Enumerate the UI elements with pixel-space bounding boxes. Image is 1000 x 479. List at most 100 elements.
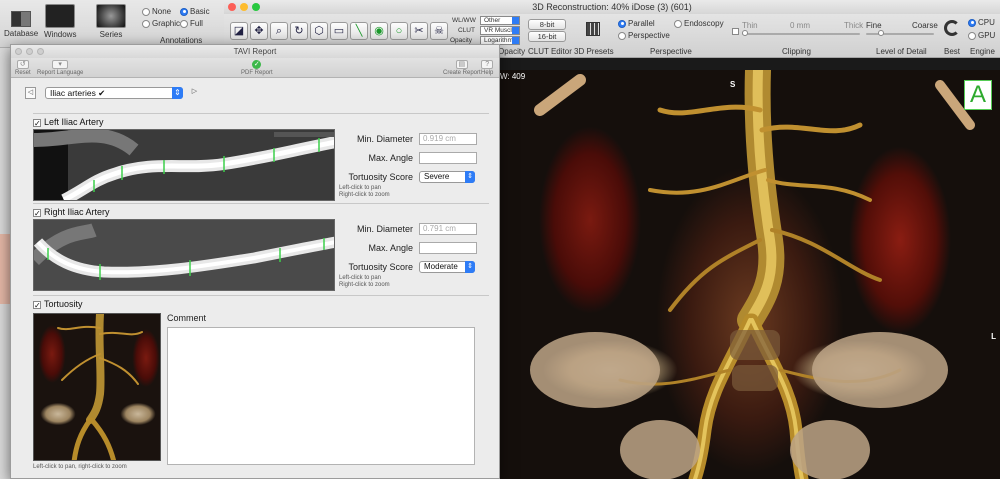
- sculpt-tool-button[interactable]: ○: [390, 22, 408, 40]
- pdf-report-button[interactable]: ✓ PDF Report: [241, 60, 273, 76]
- scissors-tool-button[interactable]: ✂: [410, 22, 428, 40]
- windows-button[interactable]: Windows: [44, 4, 76, 39]
- left-max-angle-field[interactable]: [419, 152, 477, 164]
- tortuosity-checkbox[interactable]: ✓: [33, 301, 41, 310]
- opacity-toolbar-label: Opacity: [498, 47, 526, 56]
- lod-slider-knob[interactable]: [878, 30, 884, 36]
- series-button[interactable]: Series: [96, 4, 126, 39]
- cube-tool-button[interactable]: ⬡: [310, 22, 328, 40]
- left-tortuosity-select[interactable]: Severe: [419, 171, 475, 183]
- right-min-diameter-field[interactable]: 0.791 cm: [419, 223, 477, 235]
- lod-label: Level of Detail: [876, 47, 927, 56]
- left-min-diameter-label: Min. Diameter: [356, 134, 413, 144]
- report-language-button[interactable]: ▾ Report Language: [37, 60, 83, 76]
- cube-icon: ⬡: [314, 25, 324, 37]
- help-button[interactable]: ? Help: [481, 60, 493, 76]
- close-window-button[interactable]: [228, 3, 236, 11]
- right-tortuosity-label: Tortuosity Score: [348, 262, 413, 272]
- comment-label: Comment: [167, 313, 207, 323]
- 16bit-button[interactable]: 16-bit: [528, 31, 566, 42]
- help-icon: ?: [481, 60, 494, 69]
- tavi-toolbar: ↺ Reset ▾ Report Language ✓ PDF Report ▤…: [11, 58, 499, 78]
- annotation-basic-radio[interactable]: Basic: [180, 7, 210, 16]
- database-button[interactable]: Database: [4, 4, 38, 38]
- tavi-zoom-button[interactable]: [37, 48, 44, 55]
- left-max-angle-label: Max. Angle: [368, 153, 413, 163]
- clut-label: CLUT: [458, 27, 475, 34]
- tavi-minimize-button[interactable]: [26, 48, 33, 55]
- clipping-checkbox[interactable]: [732, 28, 739, 35]
- clipping-thin-label: Thin: [742, 21, 758, 30]
- next-section-button[interactable]: ▷: [189, 87, 200, 99]
- engine-gpu-radio[interactable]: GPU: [968, 31, 995, 40]
- zoom-window-button[interactable]: [252, 3, 260, 11]
- right-iliac-hint-pan: Left-click to pan: [339, 275, 382, 281]
- series-thumbnail-icon: [96, 4, 126, 28]
- clut-editor-label[interactable]: CLUT Editor: [528, 47, 572, 56]
- reset-button[interactable]: ↺ Reset: [15, 60, 31, 76]
- presets-label[interactable]: 3D Presets: [574, 47, 614, 56]
- zoom-tool-button[interactable]: ⌕: [270, 22, 288, 40]
- best-render-icon[interactable]: [944, 20, 960, 36]
- right-max-angle-field[interactable]: [419, 242, 477, 254]
- right-iliac-cpr-image[interactable]: [33, 219, 335, 291]
- move-tool-button[interactable]: ✥: [250, 22, 268, 40]
- left-iliac-cpr-image[interactable]: [33, 129, 335, 201]
- lod-fine-label: Fine: [866, 21, 882, 30]
- circle-icon: ○: [395, 25, 403, 37]
- left-iliac-checkbox[interactable]: ✓: [33, 119, 41, 128]
- rotate-icon: ↻: [294, 25, 304, 37]
- measure-tool-button[interactable]: ╲: [350, 22, 368, 40]
- section-select[interactable]: Iliac arteries ✔: [45, 87, 183, 99]
- perspective-endoscopy-radio[interactable]: Endoscopy: [674, 19, 724, 28]
- engine-cpu-radio[interactable]: CPU: [968, 18, 995, 27]
- perspective-label: Perspective: [650, 47, 692, 56]
- orientation-right-label: L: [991, 332, 996, 341]
- lod-coarse-label: Coarse: [912, 21, 938, 30]
- database-icon: [11, 11, 32, 27]
- previous-section-button[interactable]: ◁: [25, 87, 36, 99]
- clipping-slider[interactable]: [742, 33, 860, 35]
- magnifier-icon: ⌕: [275, 25, 283, 37]
- rotate-tool-button[interactable]: ↻: [290, 22, 308, 40]
- left-min-diameter-field[interactable]: 0.919 cm: [419, 133, 477, 145]
- tavi-title-bar: TAVI Report: [11, 45, 499, 58]
- skull-icon: ☠: [434, 25, 444, 37]
- branch-vessel: [770, 228, 882, 282]
- section-divider: [33, 113, 489, 114]
- perspective-perspective-radio[interactable]: Perspective: [618, 31, 670, 40]
- clut-select[interactable]: VR Muscles-Bon: [480, 26, 520, 35]
- comment-textarea[interactable]: [167, 327, 475, 465]
- minimize-window-button[interactable]: [240, 3, 248, 11]
- bone-tool-button[interactable]: ☠: [430, 22, 448, 40]
- volume-render-view[interactable]: W: 409 S L A: [500, 70, 1000, 479]
- point-tool-button[interactable]: ◉: [370, 22, 388, 40]
- clipping-slider-knob[interactable]: [742, 30, 748, 36]
- wlww-select[interactable]: Other: [480, 16, 520, 25]
- presets-icon[interactable]: [586, 22, 600, 36]
- speech-bubble-icon: ▾: [52, 60, 69, 69]
- engine-label: Engine: [970, 47, 995, 56]
- create-report-button[interactable]: ▤ Create Report: [443, 60, 481, 76]
- right-iliac-checkbox[interactable]: ✓: [33, 209, 41, 218]
- screen: Database Windows Series None Basic Graph…: [0, 0, 1000, 479]
- right-iliac-heading[interactable]: ✓ Right Iliac Artery: [33, 207, 110, 218]
- annotation-graphic-radio[interactable]: Graphic: [142, 19, 180, 28]
- annotation-none-radio[interactable]: None: [142, 7, 171, 16]
- camera-tool-button[interactable]: ▭: [330, 22, 348, 40]
- wlww-tool-button[interactable]: ◪: [230, 22, 248, 40]
- 8bit-button[interactable]: 8-bit: [528, 19, 566, 30]
- tortuosity-3d-thumbnail[interactable]: [33, 313, 161, 461]
- orientation-cube-badge[interactable]: A: [964, 80, 992, 110]
- annotation-full-radio[interactable]: Full: [180, 19, 203, 28]
- perspective-parallel-radio[interactable]: Parallel: [618, 19, 655, 28]
- clipping-thick-label: Thick: [844, 21, 864, 30]
- branch-vessel: [648, 168, 767, 195]
- tavi-close-button[interactable]: [15, 48, 22, 55]
- tortuosity-heading[interactable]: ✓ Tortuosity: [33, 299, 83, 310]
- lod-slider[interactable]: [866, 33, 934, 35]
- reconstruction-window-title: 3D Reconstruction: 40% iDose (3) (601): [532, 2, 692, 12]
- left-iliac-heading[interactable]: ✓ Left Iliac Artery: [33, 117, 104, 128]
- right-tortuosity-select[interactable]: Moderate: [419, 261, 475, 273]
- windows-icon: [45, 4, 76, 28]
